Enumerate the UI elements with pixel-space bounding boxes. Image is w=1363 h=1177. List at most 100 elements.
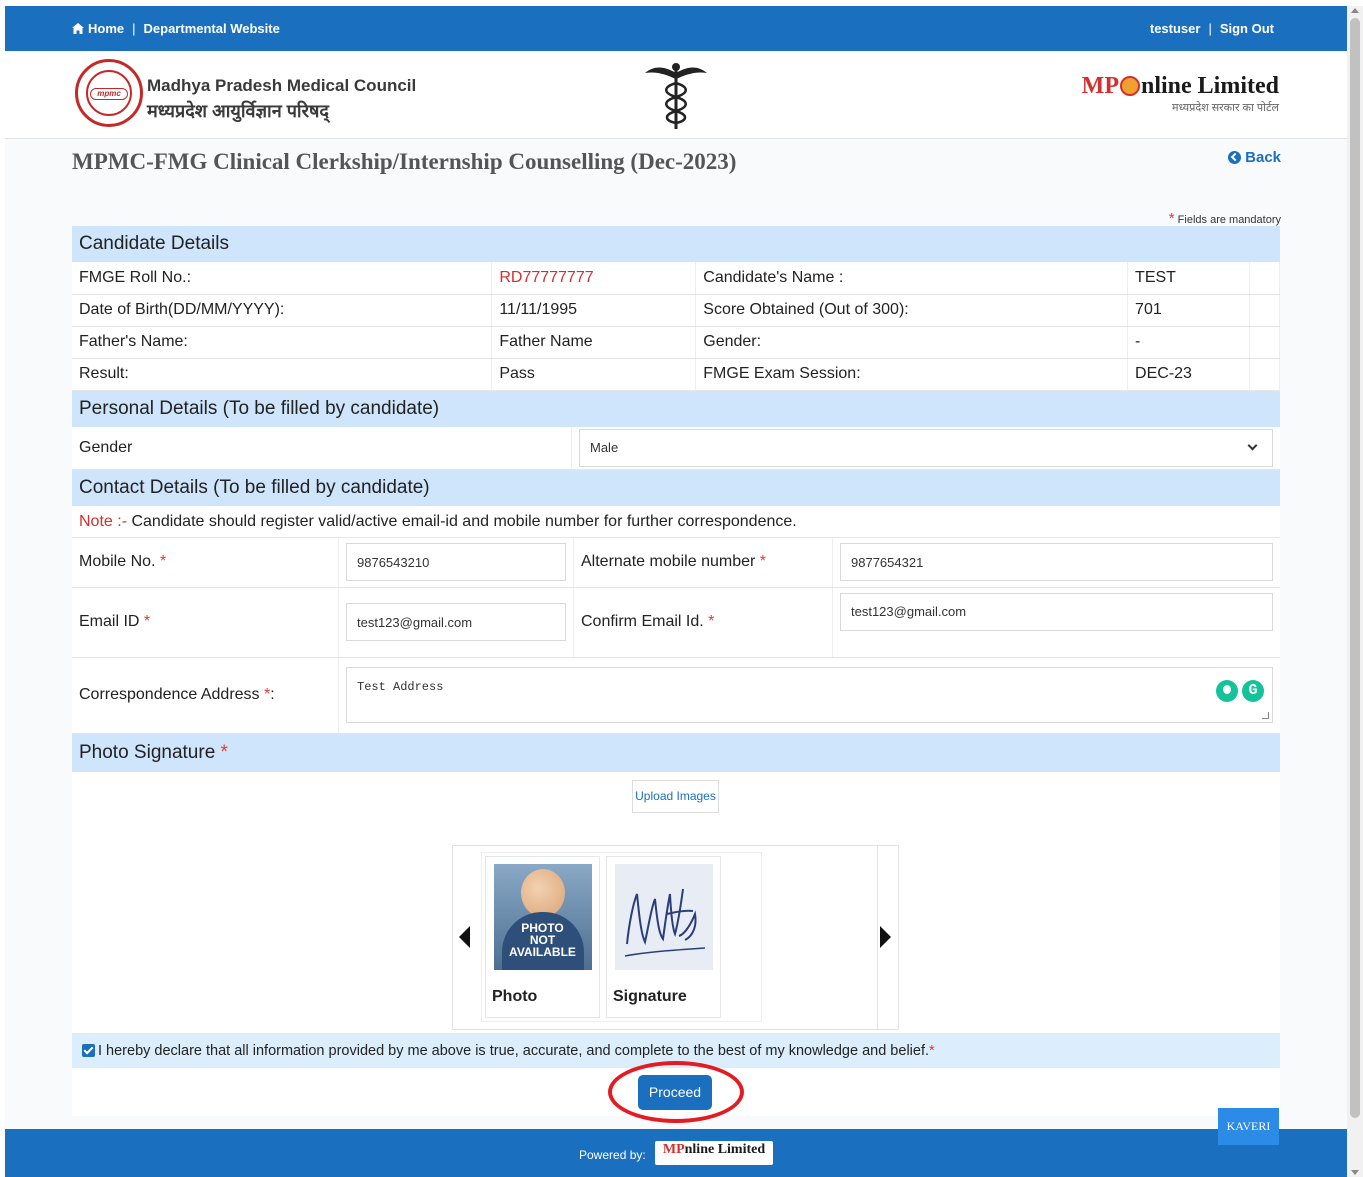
action-row: Proceed xyxy=(72,1060,1280,1123)
candidate-detail-row: Father's Name: Father Name Gender: - xyxy=(72,326,1280,359)
grammarly-widget[interactable]: G xyxy=(1216,680,1264,702)
proceed-button[interactable]: Proceed xyxy=(638,1074,712,1110)
mobile-row: Mobile No. * 9876543210 Alternate mobile… xyxy=(72,537,1280,588)
address-label: Correspondence Address *: xyxy=(72,657,339,733)
required-star: * xyxy=(159,553,167,570)
image-carousel: PHOTO NOT AVAILABLE Photo Signature xyxy=(452,844,899,1031)
council-name-hindi: मध्यप्रदेश आयुर्विज्ञान परिषद् xyxy=(147,101,329,121)
required-star: * xyxy=(220,741,228,763)
scroll-down-icon[interactable] xyxy=(1351,1170,1359,1175)
mponline-logo-rest: nline Limited xyxy=(1140,73,1279,99)
signature-card[interactable]: Signature xyxy=(606,855,721,1018)
mpmc-logo-tag: mpmc xyxy=(90,88,128,100)
mponline-logo[interactable]: MP nline Limited मध्यप्रदेश सरकार का पोर्… xyxy=(1082,73,1279,115)
carousel-next-icon[interactable] xyxy=(880,925,891,948)
candidate-detail-row: Date of Birth(DD/MM/YYYY): 11/11/1995 Scor… xyxy=(72,294,1280,327)
gender-label: Gender xyxy=(72,426,572,469)
confirm-email-label: Confirm Email Id. * xyxy=(574,587,833,657)
candidate-detail-label: Date of Birth(DD/MM/YYYY): xyxy=(72,294,493,327)
upload-images-button[interactable]: Upload Images xyxy=(632,779,719,813)
email-label: Email ID * xyxy=(72,587,339,657)
chevron-down-icon xyxy=(1247,440,1258,451)
candidate-detail-label: Father's Name: xyxy=(72,326,493,359)
candidate-details-heading: Candidate Details xyxy=(72,226,1280,262)
back-label: Back xyxy=(1245,149,1281,166)
council-name-english: Madhya Pradesh Medical Council xyxy=(147,76,417,95)
nav-separator: | xyxy=(1208,21,1212,36)
page-scrollbar[interactable] xyxy=(1347,6,1363,1177)
powered-by-text: Powered by: xyxy=(579,1148,646,1162)
address-value: Test Address xyxy=(357,680,444,694)
declaration-text: I hereby declare that all information pr… xyxy=(98,1042,930,1059)
address-textarea[interactable]: Test Address G xyxy=(346,667,1273,723)
required-star: * xyxy=(759,553,766,570)
candidate-detail-value: 11/11/1995 xyxy=(491,294,697,327)
confirm-email-input[interactable]: test123@gmail.com xyxy=(840,592,1273,631)
candidate-detail-value: TEST xyxy=(1127,262,1250,295)
resize-handle[interactable] xyxy=(1262,712,1269,719)
photo-placeholder-text: PHOTO NOT AVAILABLE xyxy=(509,920,576,959)
gender-select[interactable]: Male xyxy=(579,428,1273,467)
photo-thumbnail: PHOTO NOT AVAILABLE xyxy=(493,863,592,970)
alt-mobile-label: Alternate mobile number * xyxy=(574,537,833,587)
candidate-detail-value: Father Name xyxy=(491,326,697,359)
candidate-detail-label: FMGE Roll No.: xyxy=(72,262,493,295)
mandatory-text: Fields are mandatory xyxy=(1177,214,1281,226)
gender-row: Gender Male xyxy=(72,426,1280,470)
user-name-link[interactable]: testuser xyxy=(1150,21,1201,36)
candidate-detail-label: Candidate's Name : xyxy=(695,262,1129,295)
photo-caption: Photo xyxy=(492,987,538,1005)
scroll-up-icon[interactable] xyxy=(1351,8,1359,13)
alt-mobile-input[interactable]: 9877654321 xyxy=(840,543,1273,581)
registration-form: Candidate Details FMGE Roll No.: RD777777… xyxy=(72,226,1280,1123)
photo-signature-heading: Photo Signature * xyxy=(72,733,1280,772)
candidate-detail-value: RD77777777 xyxy=(491,262,697,295)
mponline-logo-mp: MP xyxy=(1081,73,1119,99)
candidate-detail-label: Gender: xyxy=(695,326,1129,359)
carousel-prev-icon[interactable] xyxy=(459,925,470,948)
candidate-detail-row: Result: Pass FMGE Exam Session: DEC-23 xyxy=(72,358,1280,391)
mpmc-logo[interactable]: mpmc xyxy=(75,59,143,127)
signature-caption: Signature xyxy=(613,987,687,1005)
mobile-input[interactable]: 9876543210 xyxy=(346,543,566,581)
note-label: Note :- xyxy=(79,512,128,530)
sign-out-link[interactable]: Sign Out xyxy=(1220,21,1274,36)
personal-details-heading: Personal Details (To be filled by candid… xyxy=(72,390,1280,427)
browser-viewport: Home | Departmental Website testuser | S… xyxy=(5,6,1347,1177)
gender-selected-value: Male xyxy=(590,440,619,455)
signature-thumbnail xyxy=(614,863,713,970)
candidate-detail-label: Result: xyxy=(72,358,493,391)
mponline-o-icon xyxy=(1119,76,1140,96)
candidate-detail-value: - xyxy=(1127,326,1250,359)
departmental-website-link[interactable]: Departmental Website xyxy=(144,21,280,36)
candidate-detail-label: Score Obtained (Out of 300): xyxy=(695,294,1129,327)
home-link[interactable]: Home xyxy=(72,21,124,36)
candidate-detail-row: FMGE Roll No.: RD77777777 Candidate's Name… xyxy=(72,262,1280,295)
candidate-detail-label: FMGE Exam Session: xyxy=(695,358,1129,391)
home-icon xyxy=(72,23,84,34)
required-star: * xyxy=(708,613,715,630)
candidate-details-table: FMGE Roll No.: RD77777777 Candidate's Name… xyxy=(72,262,1280,391)
back-button[interactable]: Back xyxy=(1228,149,1281,166)
site-header: mpmc Madhya Pradesh Medical Council मध्य… xyxy=(5,51,1347,139)
back-arrow-icon xyxy=(1228,151,1242,164)
required-star: * xyxy=(1168,210,1175,227)
photo-card[interactable]: PHOTO NOT AVAILABLE Photo xyxy=(485,855,600,1018)
contact-details-heading: Contact Details (To be filled by candida… xyxy=(72,469,1280,506)
mponline-tagline: मध्यप्रदेश सरकार का पोर्टल xyxy=(1172,102,1279,114)
candidate-detail-value: Pass xyxy=(491,358,697,391)
mobile-label: Mobile No. * xyxy=(72,537,339,587)
note-text: Candidate should register valid/active e… xyxy=(131,512,797,530)
scrollbar-thumb[interactable] xyxy=(1350,18,1360,1118)
site-footer: Powered by: MPnline Limited xyxy=(5,1129,1347,1177)
email-input[interactable]: test123@gmail.com xyxy=(346,603,566,641)
footer-mponline-logo[interactable]: MPnline Limited xyxy=(655,1141,773,1165)
photo-upload-area: Upload Images PHOTO NOT AVAILABLE Photo … xyxy=(72,772,1280,1034)
mandatory-fields-note: * Fields are mandatory xyxy=(1169,210,1281,227)
lightbulb-icon[interactable] xyxy=(1216,680,1238,702)
declaration-checkbox[interactable] xyxy=(82,1044,95,1057)
email-row: Email ID * test123@gmail.com Confirm Ema… xyxy=(72,587,1280,658)
kaveri-button[interactable]: KAVERI xyxy=(1218,1108,1279,1145)
grammarly-icon[interactable]: G xyxy=(1242,680,1264,702)
top-nav-bar: Home | Departmental Website testuser | S… xyxy=(5,6,1347,51)
